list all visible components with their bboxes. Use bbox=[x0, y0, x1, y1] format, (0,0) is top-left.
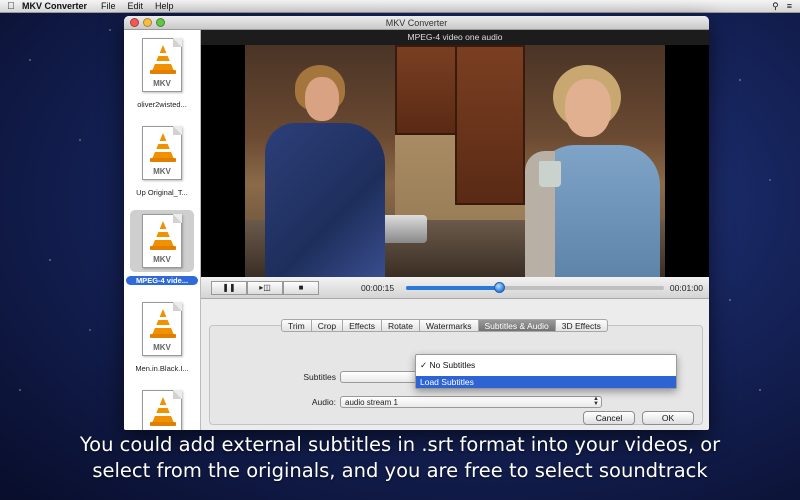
menu-edit[interactable]: Edit bbox=[128, 1, 144, 11]
title-bar: MKV Converter bbox=[124, 16, 709, 30]
file-item[interactable] bbox=[124, 386, 200, 430]
video-preview[interactable] bbox=[201, 45, 709, 277]
caption-line-2: select from the originals, and you are f… bbox=[92, 459, 708, 482]
audio-select-value: audio stream 1 bbox=[345, 398, 398, 407]
mkv-file-icon: MKV bbox=[142, 302, 182, 356]
video-frame bbox=[245, 45, 665, 277]
stop-icon: ■ bbox=[298, 283, 304, 292]
stop-button[interactable]: ■ bbox=[283, 280, 319, 295]
select-arrows-icon: ▲▼ bbox=[593, 396, 599, 407]
window-title: MKV Converter bbox=[385, 18, 448, 28]
file-name: Up Original_T... bbox=[136, 188, 188, 197]
apple-icon[interactable]:  bbox=[0, 1, 22, 12]
file-item[interactable]: MKV oliver2wisted... bbox=[124, 34, 200, 118]
tab-effects[interactable]: Effects bbox=[343, 319, 382, 332]
total-time: 00:01:00 bbox=[669, 282, 703, 293]
file-list: MKV oliver2wisted... MKV Up Original_T..… bbox=[124, 30, 201, 430]
menu-help[interactable]: Help bbox=[155, 1, 174, 11]
mkv-file-icon: MKV bbox=[142, 126, 182, 180]
minimize-button[interactable] bbox=[143, 18, 152, 27]
cancel-button[interactable]: Cancel bbox=[583, 411, 635, 425]
current-time: 00:00:15 bbox=[361, 282, 395, 293]
file-item[interactable]: MKV Men.in.Black.I... bbox=[124, 298, 200, 382]
file-item[interactable]: MKV Up Original_T... bbox=[124, 122, 200, 206]
file-name: oliver2wisted... bbox=[137, 100, 187, 109]
subtitles-dropdown-menu: ✓ No Subtitles Load Subtitles bbox=[415, 354, 677, 389]
pause-icon: ❚❚ bbox=[222, 283, 236, 292]
seek-knob[interactable] bbox=[493, 281, 505, 293]
close-button[interactable] bbox=[130, 18, 139, 27]
ok-button[interactable]: OK bbox=[642, 411, 694, 425]
file-item-selected[interactable]: MKV MPEG-4 vide... bbox=[124, 210, 200, 294]
caption-line-1: You could add external subtitles in .srt… bbox=[79, 433, 721, 456]
snapshot-button[interactable]: ▸◫ bbox=[247, 280, 283, 295]
file-name: Men.in.Black.I... bbox=[135, 364, 189, 373]
menu-item-no-subtitles[interactable]: ✓ No Subtitles bbox=[416, 359, 676, 371]
tab-3d-effects[interactable]: 3D Effects bbox=[555, 319, 608, 332]
menu-item-load-subtitles[interactable]: Load Subtitles bbox=[416, 376, 676, 388]
frame-step-icon: ▸◫ bbox=[259, 283, 271, 292]
mkv-file-icon: MKV bbox=[142, 38, 182, 92]
app-window: MKV Converter MKV oliver2wisted... MKV U… bbox=[124, 16, 709, 430]
editor-area: MPEG-4 video one audio ❚❚ ▸◫ ■ 00:00:15 … bbox=[201, 30, 709, 430]
list-icon[interactable]: ≡ bbox=[787, 1, 792, 12]
search-icon[interactable]: ⚲ bbox=[772, 1, 779, 12]
pause-button[interactable]: ❚❚ bbox=[211, 280, 247, 295]
seek-slider[interactable] bbox=[406, 281, 664, 293]
tab-crop[interactable]: Crop bbox=[311, 319, 344, 332]
audio-select[interactable]: audio stream 1 ▲ ▼ bbox=[340, 396, 602, 408]
video-title: MPEG-4 video one audio bbox=[201, 30, 709, 45]
tab-subtitles-audio[interactable]: Subtitles & Audio bbox=[478, 319, 556, 332]
tab-bar: Trim Crop Effects Rotate Watermarks Subt… bbox=[281, 319, 608, 332]
file-name: MPEG-4 vide... bbox=[126, 276, 198, 285]
menu-bar:  MKV Converter File Edit Help ⚲ ≡ bbox=[0, 0, 800, 13]
mkv-file-icon bbox=[142, 390, 182, 430]
mkv-file-icon: MKV bbox=[142, 214, 182, 268]
audio-label: Audio: bbox=[311, 397, 336, 407]
subtitles-label: Subtitles bbox=[303, 372, 336, 382]
app-menu[interactable]: MKV Converter bbox=[22, 1, 87, 11]
promo-caption: You could add external subtitles in .srt… bbox=[0, 432, 800, 484]
tab-trim[interactable]: Trim bbox=[281, 319, 312, 332]
menu-file[interactable]: File bbox=[101, 1, 116, 11]
seek-progress bbox=[406, 285, 499, 290]
tab-rotate[interactable]: Rotate bbox=[381, 319, 420, 332]
tab-watermarks[interactable]: Watermarks bbox=[420, 319, 479, 332]
playback-controls: ❚❚ ▸◫ ■ 00:00:15 00:01:00 bbox=[201, 277, 709, 299]
zoom-button[interactable] bbox=[156, 18, 165, 27]
